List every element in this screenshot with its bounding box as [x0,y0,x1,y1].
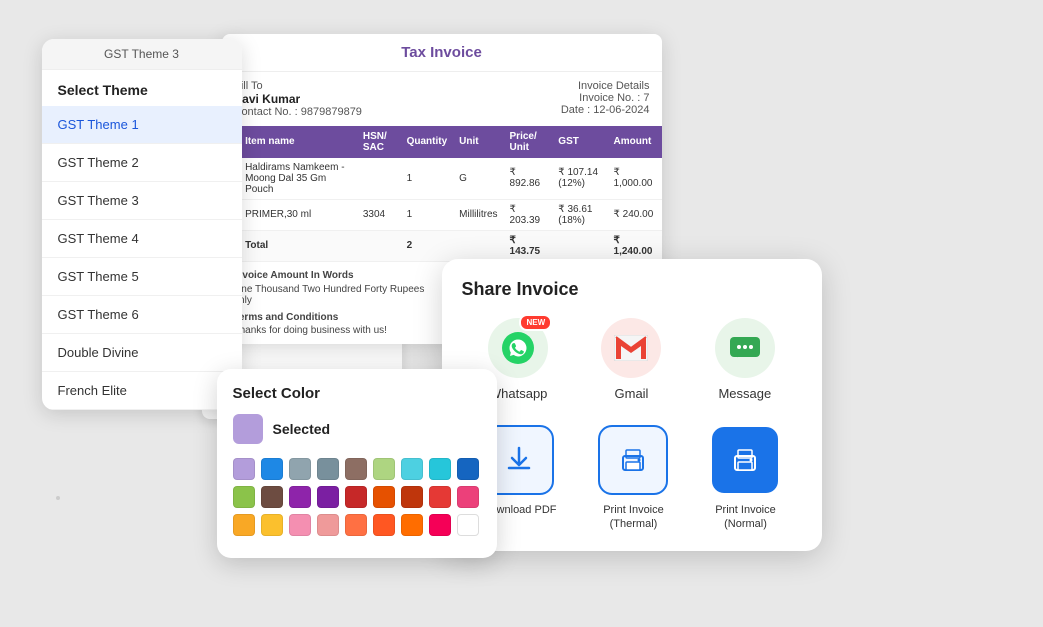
col-unit: Unit [453,126,503,158]
gst-theme-6[interactable]: GST Theme 6 [42,296,242,334]
share-actions-row: Download PDF Print Invoice(Thermal) [462,425,802,532]
invoice-date: Date : 12-06-2024 [561,104,650,116]
table-total-row: Total 2 ₹ 143.75 ₹ 1,240.00 [222,230,662,261]
whatsapp-icon-circle: NEW [488,318,548,378]
terms-text: Thanks for doing business with us! [234,325,432,336]
invoice-no: Invoice No. : 7 [561,92,650,104]
gst-theme-panel: GST Theme 3 Select Theme GST Theme 1 GST… [42,39,242,410]
new-badge: NEW [519,314,552,331]
gmail-label: Gmail [615,386,649,401]
gmail-icon-circle [601,318,661,378]
swatch[interactable] [457,486,479,508]
swatch[interactable] [401,514,423,536]
print-thermal-box [598,425,668,495]
swatch[interactable] [345,486,367,508]
swatch[interactable] [345,514,367,536]
col-amount: Amount [608,126,662,158]
terms-label: Terms and Conditions [234,312,432,323]
bill-to-label: Bill To [234,80,362,92]
select-color-panel: Select Color Selected [217,369,497,558]
swatch[interactable] [345,458,367,480]
message-share-item[interactable]: Message [715,318,775,401]
swatch[interactable] [373,486,395,508]
amount-words-label: Invoice Amount In Words [234,270,432,281]
swatch[interactable] [429,486,451,508]
col-gst: GST [552,126,607,158]
col-item: Item name [239,126,357,158]
print-normal-label: Print Invoice(Normal) [715,503,776,532]
swatch[interactable] [429,514,451,536]
selected-color-row: Selected [233,414,481,444]
select-color-title: Select Color [233,385,481,402]
invoice-table: # Item name HSN/ SAC Quantity Unit Price… [222,126,662,262]
gst-theme-1[interactable]: GST Theme 1 [42,106,242,144]
message-icon-circle [715,318,775,378]
gst-theme-2[interactable]: GST Theme 2 [42,144,242,182]
gmail-share-item[interactable]: Gmail [601,318,661,401]
swatch[interactable] [289,486,311,508]
whatsapp-share-item[interactable]: NEW Whatsapp [488,318,548,401]
contact: Contact No. : 9879879879 [234,106,362,118]
swatch[interactable] [233,486,255,508]
swatch[interactable] [289,514,311,536]
swatch[interactable] [289,458,311,480]
gst-theme-4[interactable]: GST Theme 4 [42,220,242,258]
customer-name: Ravi Kumar [234,92,301,106]
swatch[interactable] [233,514,255,536]
table-row: 1 Haldirams Namkeem - Moong Dal 35 Gm Po… [222,158,662,200]
col-qty: Quantity [401,126,454,158]
swatch[interactable] [373,514,395,536]
invoice-title: Tax Invoice [222,34,662,72]
invoice-details-label: Invoice Details [561,80,650,92]
gst-theme-3[interactable]: GST Theme 3 [42,182,242,220]
print-thermal-item[interactable]: Print Invoice(Thermal) [598,425,668,532]
select-theme-label: Select Theme [42,70,242,106]
share-icons-row: NEW Whatsapp [462,318,802,401]
print-thermal-label: Print Invoice(Thermal) [603,503,664,532]
gst-theme-double-divine[interactable]: Double Divine [42,334,242,372]
swatch[interactable] [401,458,423,480]
swatch[interactable] [261,458,283,480]
print-normal-box [710,425,780,495]
share-title: Share Invoice [462,279,802,300]
swatch[interactable] [373,458,395,480]
swatch[interactable] [261,514,283,536]
swatch[interactable] [261,486,283,508]
selected-swatch [233,414,263,444]
gst-theme-5[interactable]: GST Theme 5 [42,258,242,296]
swatch[interactable] [317,514,339,536]
invoice-top: Bill To Ravi Kumar Contact No. : 9879879… [222,72,662,126]
panel-header: GST Theme 3 [42,39,242,70]
swatch[interactable] [233,458,255,480]
swatch[interactable] [457,458,479,480]
swatch[interactable] [317,458,339,480]
gst-theme-french-elite[interactable]: French Elite [42,372,242,410]
message-label: Message [718,386,771,401]
amount-words: One Thousand Two Hundred Forty Rupees on… [234,284,432,306]
whatsapp-label: Whatsapp [489,386,548,401]
table-row: 2 PRIMER,30 ml 3304 1 Millilitres ₹ 203.… [222,199,662,230]
swatch[interactable] [401,486,423,508]
swatches-row-2 [233,486,481,508]
share-invoice-panel: Share Invoice NEW Whatsapp [442,259,822,552]
swatch[interactable] [429,458,451,480]
col-price: Price/ Unit [504,126,553,158]
print-normal-item[interactable]: Print Invoice(Normal) [710,425,780,532]
col-hsn: HSN/ SAC [357,126,401,158]
swatch-empty[interactable] [457,514,479,536]
swatches-row-3 [233,514,481,536]
selected-color-label: Selected [273,421,331,437]
swatch[interactable] [317,486,339,508]
swatches-row-1 [233,458,481,480]
